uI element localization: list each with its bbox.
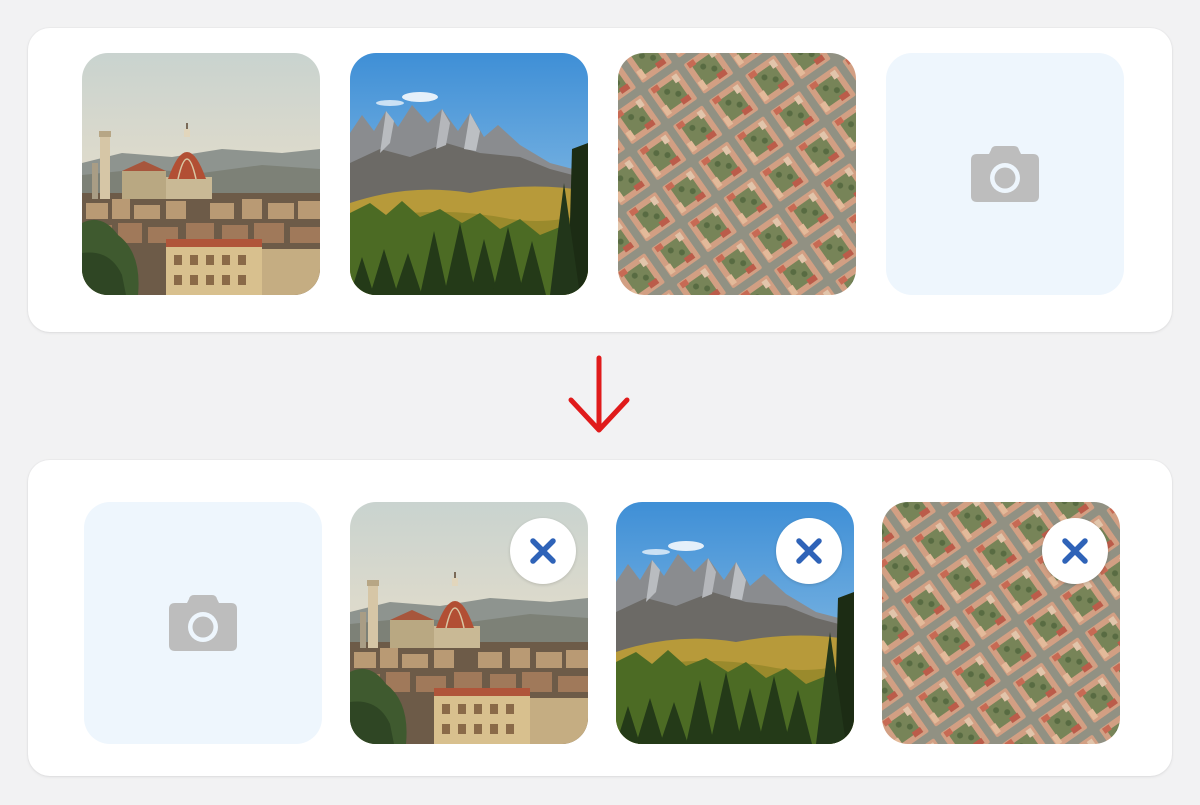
photo-thumbnail-florence[interactable] [82, 53, 320, 295]
close-icon [1062, 538, 1088, 564]
close-icon [796, 538, 822, 564]
camera-icon [971, 146, 1039, 202]
arrow-down-icon [568, 355, 630, 433]
remove-photo-button[interactable] [1042, 518, 1108, 584]
florence-photo [82, 53, 320, 295]
camera-icon [169, 595, 237, 651]
photo-thumbnail-florence[interactable] [350, 502, 588, 744]
photo-thumbnail-mountain[interactable] [350, 53, 588, 295]
photo-strip-after [28, 460, 1172, 776]
photo-thumbnail-city[interactable] [618, 53, 856, 295]
remove-photo-button[interactable] [510, 518, 576, 584]
photo-strip-before [28, 28, 1172, 332]
close-icon [530, 538, 556, 564]
photo-thumbnail-mountain[interactable] [616, 502, 854, 744]
add-photo-button[interactable] [886, 53, 1124, 295]
aerial-city-photo [618, 53, 856, 295]
mountain-photo [350, 53, 588, 295]
remove-photo-button[interactable] [776, 518, 842, 584]
photo-thumbnail-city[interactable] [882, 502, 1120, 744]
add-photo-button[interactable] [84, 502, 322, 744]
